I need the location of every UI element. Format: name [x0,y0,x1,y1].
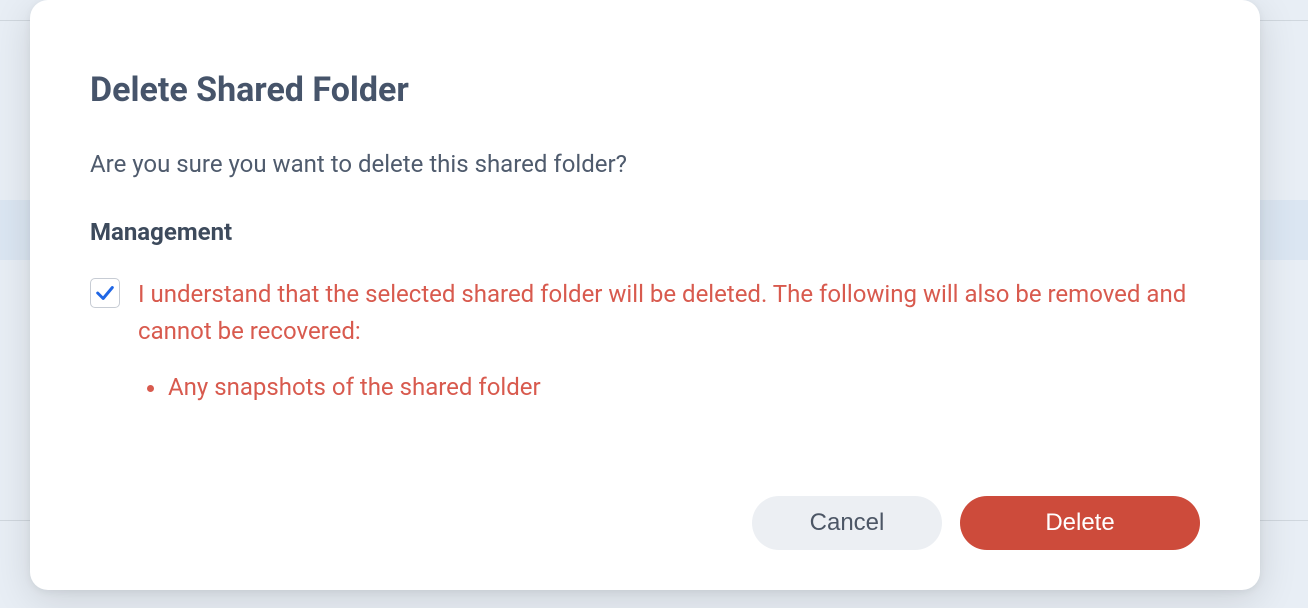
delete-shared-folder-dialog: Delete Shared Folder Are you sure you wa… [30,0,1260,590]
acknowledge-checkbox[interactable] [90,278,120,308]
acknowledge-row: I understand that the selected shared fo… [90,276,1200,350]
acknowledge-list: Any snapshots of the shared folder [90,368,1200,406]
cancel-button[interactable]: Cancel [752,496,942,550]
dialog-prompt: Are you sure you want to delete this sha… [90,150,1200,178]
section-heading-management: Management [90,218,1200,246]
acknowledge-list-item: Any snapshots of the shared folder [168,368,1200,406]
delete-button[interactable]: Delete [960,496,1200,550]
check-icon [94,282,116,304]
dialog-footer: Cancel Delete [90,496,1200,550]
dialog-title: Delete Shared Folder [90,70,1200,110]
acknowledge-text: I understand that the selected shared fo… [138,276,1200,350]
